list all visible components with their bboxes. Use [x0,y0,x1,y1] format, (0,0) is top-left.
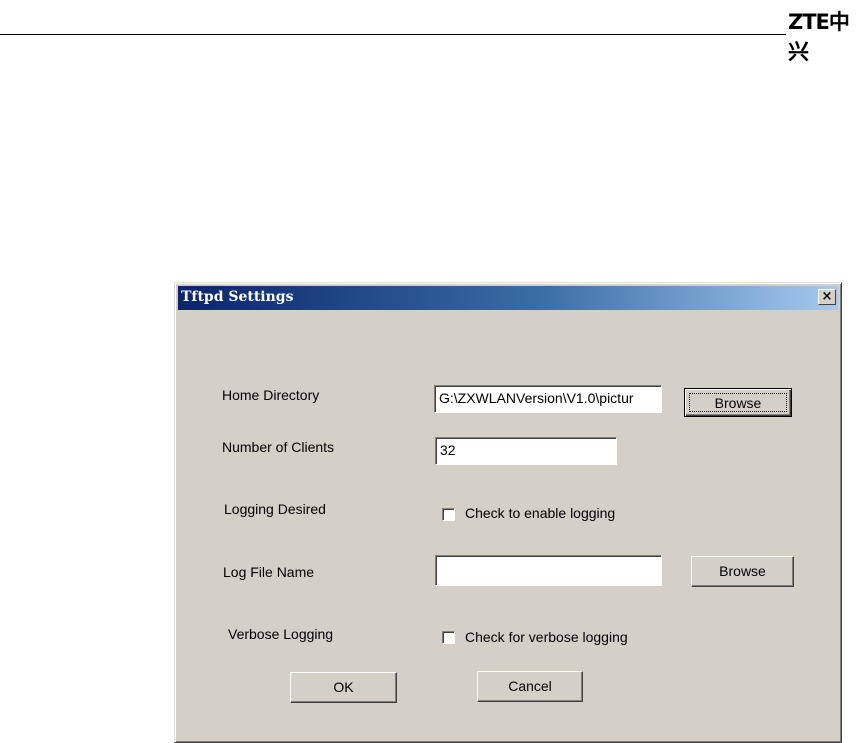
verbose-logging-checkbox[interactable] [442,631,455,644]
home-directory-browse-button[interactable]: Browse [684,388,792,417]
enable-logging-checkbox[interactable] [442,508,455,521]
home-directory-browse-label: Browse [689,393,787,412]
home-directory-label: Home Directory [222,387,320,403]
log-file-name-input[interactable] [435,555,662,586]
ok-button[interactable]: OK [290,672,397,703]
verbose-logging-checkbox-label[interactable]: Check for verbose logging [465,629,628,645]
log-file-browse-button[interactable]: Browse [691,556,794,587]
close-icon[interactable]: × [818,289,836,305]
enable-logging-checkbox-label[interactable]: Check to enable logging [465,505,615,521]
log-file-name-label: Log File Name [223,564,315,580]
number-of-clients-input[interactable]: 32 [435,437,617,465]
home-directory-input[interactable]: G:\ZXWLANVersion\V1.0\pictur [434,385,662,413]
number-of-clients-label: Number of Clients [222,439,335,455]
logging-desired-label: Logging Desired [224,501,326,517]
dialog-title: Tftpd Settings [181,289,294,305]
header-rule [0,34,786,35]
verbose-logging-label: Verbose Logging [228,626,334,642]
zte-logo: ZTE中兴 [788,10,850,64]
cancel-button[interactable]: Cancel [477,671,583,702]
tftpd-settings-dialog: Tftpd Settings × Home Directory G:\ZXWLA… [174,282,842,743]
title-bar[interactable]: Tftpd Settings × [178,286,838,310]
